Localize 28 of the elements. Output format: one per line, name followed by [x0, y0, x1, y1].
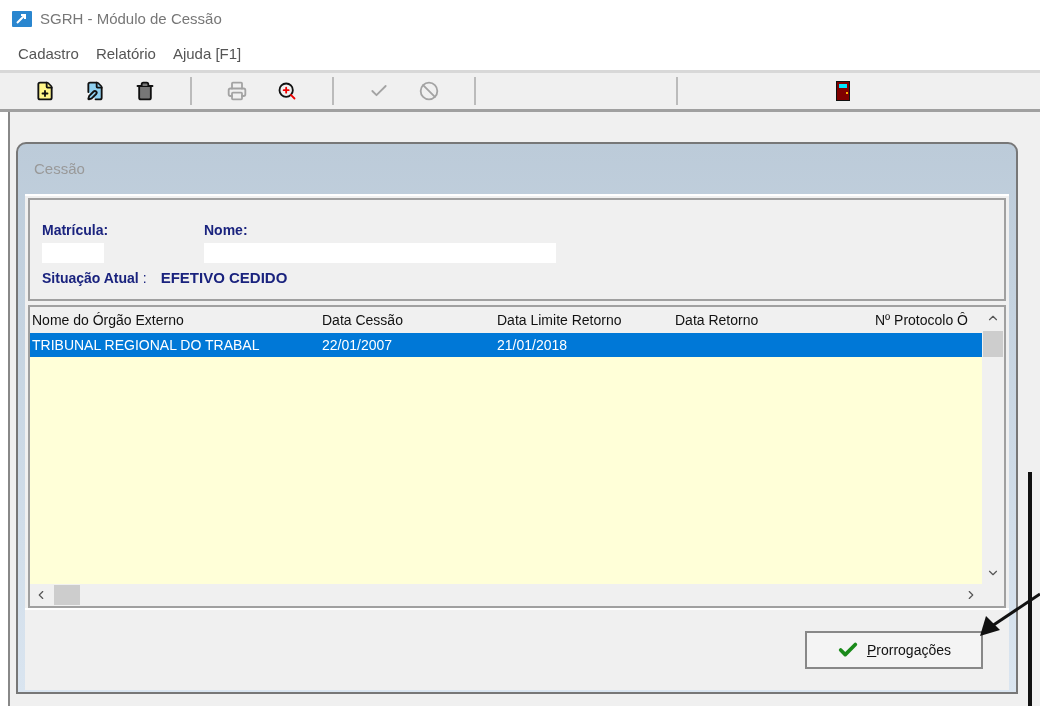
- column-header[interactable]: Data Retorno: [673, 309, 845, 331]
- extensions-button[interactable]: Prorrogações: [805, 631, 983, 669]
- menu-item[interactable]: Ajuda [F1]: [172, 42, 242, 66]
- column-header[interactable]: Nº Protocolo Ô: [845, 309, 970, 331]
- edit-document-icon[interactable]: [84, 79, 106, 103]
- app-icon: [12, 11, 32, 27]
- field-label: Situação Atual: [42, 268, 139, 288]
- window-title: SGRH - Módulo de Cessão: [40, 8, 222, 29]
- field-label: Nome:: [204, 221, 249, 240]
- dialog-title: Cessão: [34, 158, 85, 179]
- menu-item[interactable]: Relatório: [95, 42, 156, 66]
- field-label: Matrícula:: [42, 221, 110, 240]
- column-header[interactable]: Data Cessão: [320, 309, 495, 331]
- column-header[interactable]: Nome do Órgão Externo: [30, 309, 320, 331]
- table-row[interactable]: TRIBUNAL REGIONAL DO TRABAL 22/01/2007 21/01/2018: [30, 333, 982, 357]
- new-document-icon[interactable]: [34, 79, 56, 103]
- vertical-scrollbar[interactable]: [982, 307, 1004, 584]
- status-value: EFETIVO CEDIDO: [160, 268, 288, 288]
- scroll-thumb[interactable]: [54, 585, 80, 605]
- table-cell-text: 22/01/2007: [321, 335, 394, 355]
- table-cell-text: 21/01/2018: [496, 335, 569, 355]
- table-cell-text: TRIBUNAL REGIONAL DO TRABAL: [31, 335, 261, 355]
- horizontal-scrollbar[interactable]: [30, 584, 1004, 606]
- column-header[interactable]: Data Limite Retorno: [495, 309, 673, 331]
- trash-icon[interactable]: [134, 79, 156, 103]
- menu-item[interactable]: Cadastro: [18, 42, 79, 66]
- colon-text: :: [142, 268, 147, 288]
- scroll-thumb[interactable]: [983, 331, 1003, 357]
